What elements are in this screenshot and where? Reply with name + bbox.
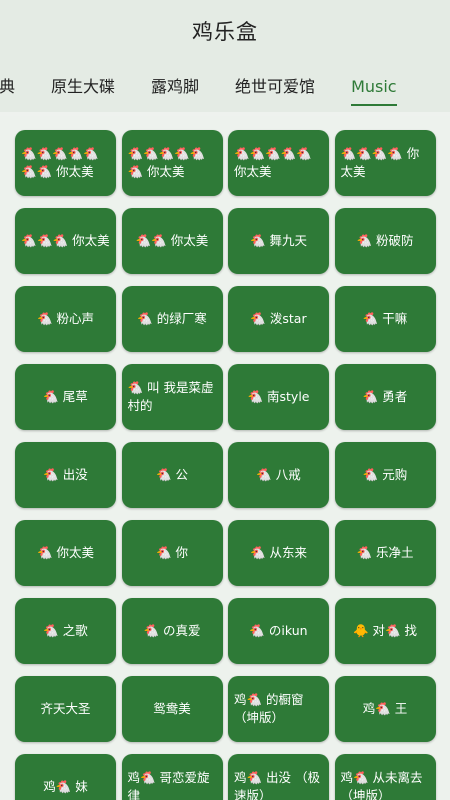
sound-button[interactable]: 🐔 舞九天 xyxy=(228,208,329,274)
sound-button[interactable]: 🐔 の真爱 xyxy=(121,598,223,664)
sound-button-label: 🐔 公 xyxy=(155,467,189,482)
sound-button-label: 🐔🐔🐔🐔 你太美 xyxy=(340,146,420,179)
sound-button-label: 🐔🐔🐔 你太美 xyxy=(21,233,110,248)
sound-button[interactable]: 鸡🐔 出没 （极速版） xyxy=(228,754,329,800)
sound-button-label: 🐔 乐净土 xyxy=(356,545,414,560)
tab-2[interactable]: 露鸡脚 xyxy=(151,62,199,112)
sound-button[interactable]: 鸡🐔 哥恋爱旋律 xyxy=(121,754,223,800)
tab-0[interactable]: 经典 xyxy=(0,62,15,112)
app-title: 鸡乐盒 xyxy=(192,20,258,44)
sound-button-label: 🐔🐔🐔🐔🐔🐔🐔 你太美 xyxy=(21,146,99,179)
app-root: 鸡乐盒 经典原生大碟露鸡脚绝世可爱馆Music 🐔🐔🐔🐔🐔🐔🐔 你太美🐔🐔🐔🐔🐔… xyxy=(0,0,450,800)
sound-button-label: 🐔 粉心声 xyxy=(36,311,95,326)
sound-button-label: 🐔 之歌 xyxy=(43,623,88,638)
sound-button-label: 🐔 的绿厂寒 xyxy=(137,311,207,326)
sound-button[interactable]: 🐔 叫 我是菜虚村的 xyxy=(121,364,223,430)
sound-button-label: 鸡🐔 的橱窗（坤版） xyxy=(234,692,304,725)
sound-button[interactable]: 🐔 之歌 xyxy=(15,598,116,664)
sound-button-label: 鸡🐔 哥恋爱旋律 xyxy=(127,770,210,800)
sound-button-label: 🐔 干嘛 xyxy=(362,311,408,326)
sound-button[interactable]: 🐔 のikun xyxy=(228,598,329,664)
tab-label: 原生大碟 xyxy=(51,77,116,96)
sound-button[interactable]: 🐔 干嘛 xyxy=(334,286,436,352)
sound-button-label: 鸳鸯美 xyxy=(153,701,191,716)
sound-button-label: 🐔 のikun xyxy=(249,623,308,638)
sound-button[interactable]: 🐔 乐净土 xyxy=(334,520,436,586)
sound-button[interactable]: 🐔 勇者 xyxy=(334,364,436,430)
sound-button[interactable]: 🐔 粉破防 xyxy=(334,208,436,274)
sound-grid: 🐔🐔🐔🐔🐔🐔🐔 你太美 🐔🐔🐔🐔🐔🐔 你太美 🐔🐔🐔🐔🐔 你太美 🐔🐔🐔🐔 你太美 🐔🐔… xyxy=(15,130,436,800)
category-tabs: 经典 原生大碟 露鸡脚 绝世可爱馆 Music xyxy=(0,62,450,112)
sound-button-label: 鸡🐔 出没 （极速版） xyxy=(234,770,321,800)
sound-button-label: 🐔🐔 你太美 xyxy=(135,233,209,248)
sound-button[interactable]: 鸡🐔 从未离去（坤版） xyxy=(334,754,436,800)
sound-button-label: 🐔 出没 xyxy=(43,467,88,482)
sound-button-label: 🐔 泼star xyxy=(250,311,307,326)
sound-button-label: 🐔 叫 我是菜虚村的 xyxy=(127,380,214,413)
sound-button[interactable]: 🐔🐔🐔🐔 你太美 xyxy=(334,130,436,196)
sound-button[interactable]: 🐔 南style xyxy=(228,364,329,430)
sound-button[interactable]: 🐔 你太美 xyxy=(15,520,116,586)
tab-3[interactable]: 绝世可爱馆 xyxy=(235,62,315,112)
sound-button[interactable]: 🐔 粉心声 xyxy=(15,286,116,352)
sound-button-label: 🐥 对🐔 找 xyxy=(352,623,418,638)
tab-label: Music xyxy=(351,77,397,96)
sound-button[interactable]: 🐔 公 xyxy=(121,442,223,508)
sound-button-label: 🐔 粉破防 xyxy=(356,233,414,248)
sound-button[interactable]: 🐔 的绿厂寒 xyxy=(121,286,223,352)
sound-grid-area[interactable]: 🐔🐔🐔🐔🐔🐔🐔 你太美 🐔🐔🐔🐔🐔🐔 你太美 🐔🐔🐔🐔🐔 你太美 🐔🐔🐔🐔 你太美 🐔🐔… xyxy=(0,116,450,800)
sound-button[interactable]: 鸳鸯美 xyxy=(121,676,223,742)
tab-label: 绝世可爱馆 xyxy=(235,77,316,96)
sound-button-label: 齐天大圣 xyxy=(40,701,91,716)
sound-button[interactable]: 鸡🐔 王 xyxy=(334,676,436,742)
tab-1[interactable]: 原生大碟 xyxy=(51,62,115,112)
sound-button-label: 🐔 元购 xyxy=(362,467,408,482)
sound-button-label: 🐔 从东来 xyxy=(249,545,308,560)
tab-label: 露鸡脚 xyxy=(151,77,200,96)
sound-button[interactable]: 🐔 八戒 xyxy=(228,442,329,508)
sound-button-label: 🐔 你太美 xyxy=(36,545,95,560)
sound-button[interactable]: 🐔🐔🐔 你太美 xyxy=(15,208,116,274)
sound-button-label: 🐔 尾草 xyxy=(43,389,88,404)
sound-button[interactable]: 🐥 对🐔 找 xyxy=(334,598,436,664)
sound-button[interactable]: 🐔🐔🐔🐔🐔🐔 你太美 xyxy=(121,130,223,196)
app-header: 鸡乐盒 xyxy=(0,0,450,62)
sound-button[interactable]: 🐔 出没 xyxy=(15,442,116,508)
sound-button[interactable]: 🐔🐔 你太美 xyxy=(121,208,223,274)
sound-button-label: 鸡🐔 从未离去（坤版） xyxy=(340,770,423,800)
sound-button-label: 🐔 八戒 xyxy=(256,467,301,482)
sound-button[interactable]: 🐔 你 xyxy=(121,520,223,586)
tab-4[interactable]: Music xyxy=(351,62,397,112)
tab-active-indicator xyxy=(351,104,397,106)
sound-button-label: 鸡🐔 妹 xyxy=(43,779,88,794)
sound-button[interactable]: 鸡🐔 的橱窗（坤版） xyxy=(228,676,329,742)
sound-button[interactable]: 🐔🐔🐔🐔🐔🐔🐔 你太美 xyxy=(15,130,116,196)
sound-button[interactable]: 鸡🐔 妹 xyxy=(15,754,116,800)
sound-button-label: 🐔 南style xyxy=(247,389,310,404)
tab-label: 经典 xyxy=(0,77,16,96)
sound-button[interactable]: 🐔🐔🐔🐔🐔 你太美 xyxy=(228,130,329,196)
sound-button-label: 🐔 勇者 xyxy=(362,389,408,404)
sound-button[interactable]: 🐔 元购 xyxy=(334,442,436,508)
sound-button-label: 🐔🐔🐔🐔🐔 你太美 xyxy=(234,146,312,179)
sound-button-label: 鸡🐔 王 xyxy=(362,701,408,716)
sound-button[interactable]: 🐔 尾草 xyxy=(15,364,116,430)
sound-button[interactable]: 齐天大圣 xyxy=(15,676,116,742)
sound-button-label: 🐔 舞九天 xyxy=(249,233,308,248)
tabs-track: 经典 原生大碟 露鸡脚 绝世可爱馆 Music xyxy=(0,62,433,112)
sound-button[interactable]: 🐔 从东来 xyxy=(228,520,329,586)
sound-button[interactable]: 🐔 泼star xyxy=(228,286,329,352)
sound-button-label: 🐔 你 xyxy=(155,545,189,560)
sound-button-label: 🐔 の真爱 xyxy=(143,623,201,638)
sound-button-label: 🐔🐔🐔🐔🐔🐔 你太美 xyxy=(127,146,206,179)
